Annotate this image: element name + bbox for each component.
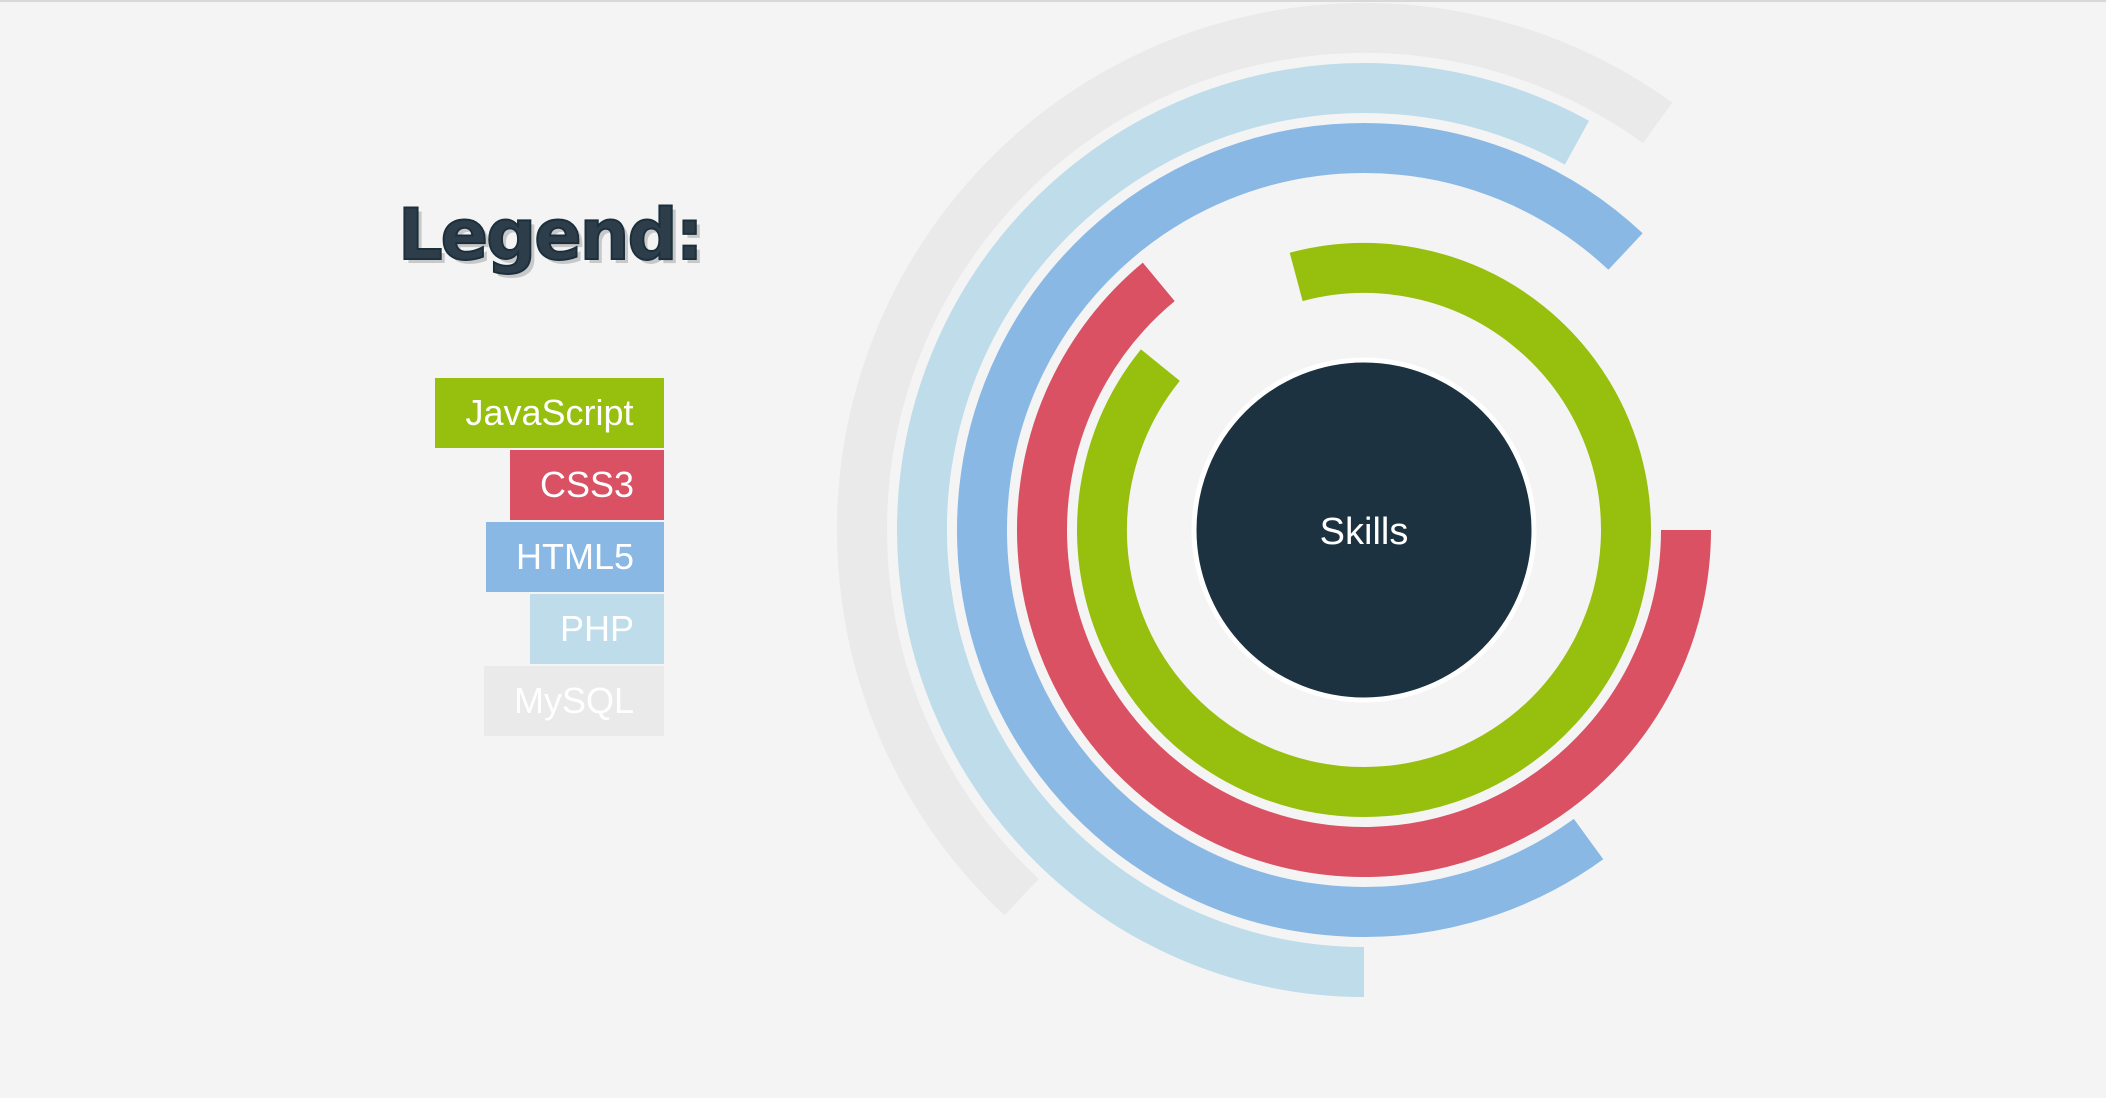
skills-radial-chart: Skills bbox=[837, 3, 1711, 997]
center-label: Skills bbox=[1320, 511, 1409, 553]
